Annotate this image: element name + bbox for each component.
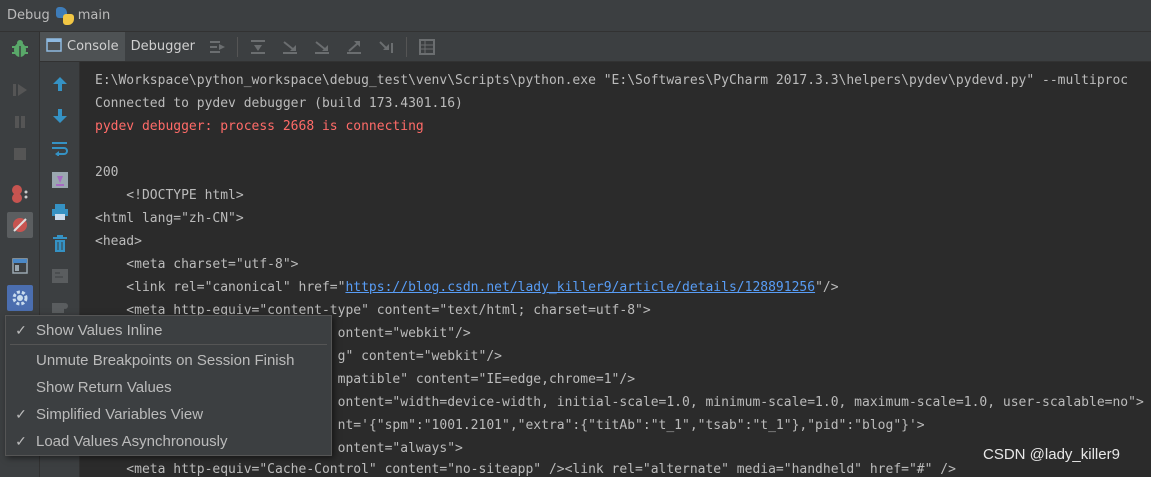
settings-gear-icon[interactable] bbox=[7, 285, 33, 311]
run-config-name[interactable]: main bbox=[78, 8, 110, 23]
debugger-settings-menu: ✓ Show Values Inline Unmute Breakpoints … bbox=[5, 315, 332, 456]
check-icon: ✓ bbox=[15, 321, 27, 338]
menu-item-label: Load Values Asynchronously bbox=[36, 432, 228, 450]
scroll-down-icon[interactable] bbox=[47, 103, 73, 129]
watermark: CSDN @lady_killer9 bbox=[983, 446, 1120, 463]
clear-all-icon[interactable] bbox=[47, 231, 73, 257]
step-into-icon[interactable] bbox=[279, 36, 301, 58]
console-line: <meta charset="utf-8"> bbox=[95, 257, 299, 272]
debug-tool-window-title: Debug bbox=[7, 8, 50, 23]
debug-bug-icon[interactable] bbox=[7, 36, 33, 62]
titlebar: Debug main bbox=[0, 0, 1151, 32]
menu-item-load-values-async[interactable]: ✓ Load Values Asynchronously bbox=[6, 428, 331, 454]
console-line: <meta http-equiv="Cache-Control" content… bbox=[95, 462, 956, 477]
pause-icon[interactable] bbox=[7, 109, 33, 135]
menu-item-label: Simplified Variables View bbox=[36, 405, 204, 423]
tab-console-label: Console bbox=[67, 39, 119, 54]
resume-icon[interactable] bbox=[7, 77, 33, 103]
view-breakpoints-icon[interactable] bbox=[7, 181, 33, 207]
menu-item-unmute-breakpoints[interactable]: Unmute Breakpoints on Session Finish bbox=[6, 347, 331, 373]
check-icon: ✓ bbox=[15, 405, 27, 422]
stop-icon[interactable] bbox=[7, 141, 33, 167]
menu-item-show-values-inline[interactable]: ✓ Show Values Inline bbox=[6, 317, 331, 343]
run-to-cursor-icon[interactable] bbox=[375, 36, 397, 58]
menu-separator bbox=[10, 344, 327, 345]
step-into-my-code-icon[interactable] bbox=[311, 36, 333, 58]
step-out-icon[interactable] bbox=[343, 36, 365, 58]
canonical-url-link[interactable]: https://blog.csdn.net/lady_killer9/artic… bbox=[345, 280, 815, 295]
restore-layout-icon[interactable] bbox=[7, 253, 33, 279]
menu-item-label: Unmute Breakpoints on Session Finish bbox=[36, 351, 295, 369]
menu-item-show-return-values[interactable]: Show Return Values bbox=[6, 374, 331, 400]
soft-wrap-icon[interactable] bbox=[47, 135, 73, 161]
check-icon: ✓ bbox=[15, 432, 27, 449]
console-line-prefix: <link rel="canonical" href=" bbox=[95, 280, 346, 295]
console-icon[interactable] bbox=[47, 263, 73, 289]
console-line: <!DOCTYPE html> bbox=[95, 188, 244, 203]
python-icon bbox=[55, 6, 74, 25]
scroll-up-icon[interactable] bbox=[47, 71, 73, 97]
menu-item-label: Show Return Values bbox=[36, 378, 172, 396]
evaluate-expression-icon[interactable] bbox=[416, 36, 438, 58]
menu-item-label: Show Values Inline bbox=[36, 321, 163, 339]
console-line: <head> bbox=[95, 234, 142, 249]
print-icon[interactable] bbox=[47, 199, 73, 225]
step-over-icon[interactable] bbox=[247, 36, 269, 58]
console-line: E:\Workspace\python_workspace\debug_test… bbox=[95, 73, 1129, 88]
console-line-suffix: "/> bbox=[815, 280, 839, 295]
mute-breakpoints-icon[interactable] bbox=[7, 212, 33, 238]
scroll-to-end-icon[interactable] bbox=[47, 167, 73, 193]
console-line: Connected to pydev debugger (build 173.4… bbox=[95, 96, 463, 111]
show-execution-point-icon[interactable] bbox=[206, 36, 228, 58]
tab-debugger-label: Debugger bbox=[130, 39, 195, 54]
console-error-line: pydev debugger: process 2668 is connecti… bbox=[95, 119, 424, 134]
console-line: 200 bbox=[95, 165, 119, 180]
console-tab-icon bbox=[46, 37, 62, 56]
console-line: <html lang="zh-CN"> bbox=[95, 211, 244, 226]
menu-item-simplified-variables-view[interactable]: ✓ Simplified Variables View bbox=[6, 401, 331, 427]
tab-console[interactable]: Console bbox=[40, 32, 125, 61]
console-line-with-link: <link rel="canonical" href="https://blog… bbox=[95, 276, 839, 299]
debug-tabbar: Console Debugger bbox=[40, 32, 1151, 62]
tab-debugger[interactable]: Debugger bbox=[125, 32, 201, 61]
